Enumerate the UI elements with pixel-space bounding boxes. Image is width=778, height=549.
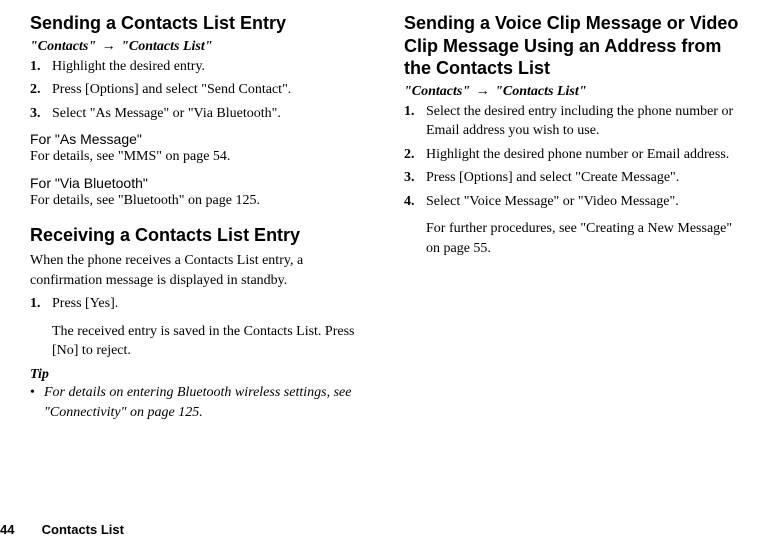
breadcrumb-voice-video: "Contacts" → "Contacts List" — [404, 84, 748, 100]
arrow-icon: → — [476, 84, 490, 99]
list-item: 3.Select "As Message" or "Via Bluetooth"… — [30, 104, 374, 124]
heading-voice-video: Sending a Voice Clip Message or Video Cl… — [404, 12, 748, 80]
page-number: 44 — [0, 522, 38, 537]
tip-text: For details on entering Bluetooth wirele… — [44, 383, 374, 422]
breadcrumb-b: "Contacts List" — [121, 39, 212, 54]
list-item: 2.Press [Options] and select "Send Conta… — [30, 80, 374, 100]
intro-receiving: When the phone receives a Contacts List … — [30, 251, 374, 290]
section-receiving: Receiving a Contacts List Entry When the… — [30, 224, 374, 422]
breadcrumb-sending: "Contacts" → "Contacts List" — [30, 39, 374, 55]
breadcrumb-a: "Contacts" — [30, 39, 96, 54]
subhead-as-message: For "As Message" — [30, 131, 374, 147]
steps-receiving: 1.Press [Yes]. — [30, 294, 374, 314]
left-column: Sending a Contacts List Entry "Contacts"… — [30, 12, 374, 422]
breadcrumb-a: "Contacts" — [404, 84, 470, 99]
footer-section: Contacts List — [42, 522, 124, 537]
tip-label: Tip — [30, 367, 374, 383]
bullet-icon: • — [30, 383, 44, 422]
steps-voice-video: 1.Select the desired entry including the… — [404, 102, 748, 212]
section-sending: Sending a Contacts List Entry "Contacts"… — [30, 12, 374, 210]
note-receiving: The received entry is saved in the Conta… — [52, 322, 374, 361]
heading-receiving: Receiving a Contacts List Entry — [30, 224, 374, 247]
page-footer: 44 Contacts List — [0, 522, 124, 537]
detail-via-bluetooth: For details, see "Bluetooth" on page 125… — [30, 191, 374, 211]
list-item: 2.Highlight the desired phone number or … — [404, 145, 748, 165]
tip-item: • For details on entering Bluetooth wire… — [30, 383, 374, 422]
list-item: 1.Press [Yes]. — [30, 294, 374, 314]
list-item: 1.Select the desired entry including the… — [404, 102, 748, 141]
arrow-icon: → — [102, 39, 116, 54]
heading-sending: Sending a Contacts List Entry — [30, 12, 374, 35]
right-column: Sending a Voice Clip Message or Video Cl… — [404, 12, 748, 422]
subhead-via-bluetooth: For "Via Bluetooth" — [30, 175, 374, 191]
detail-as-message: For details, see "MMS" on page 54. — [30, 147, 374, 167]
list-item: 4.Select "Voice Message" or "Video Messa… — [404, 192, 748, 212]
note-voice-video: For further procedures, see "Creating a … — [426, 219, 748, 258]
breadcrumb-b: "Contacts List" — [495, 84, 586, 99]
list-item: 1.Highlight the desired entry. — [30, 57, 374, 77]
list-item: 3.Press [Options] and select "Create Mes… — [404, 168, 748, 188]
steps-sending: 1.Highlight the desired entry. 2.Press [… — [30, 57, 374, 124]
section-voice-video: Sending a Voice Clip Message or Video Cl… — [404, 12, 748, 259]
